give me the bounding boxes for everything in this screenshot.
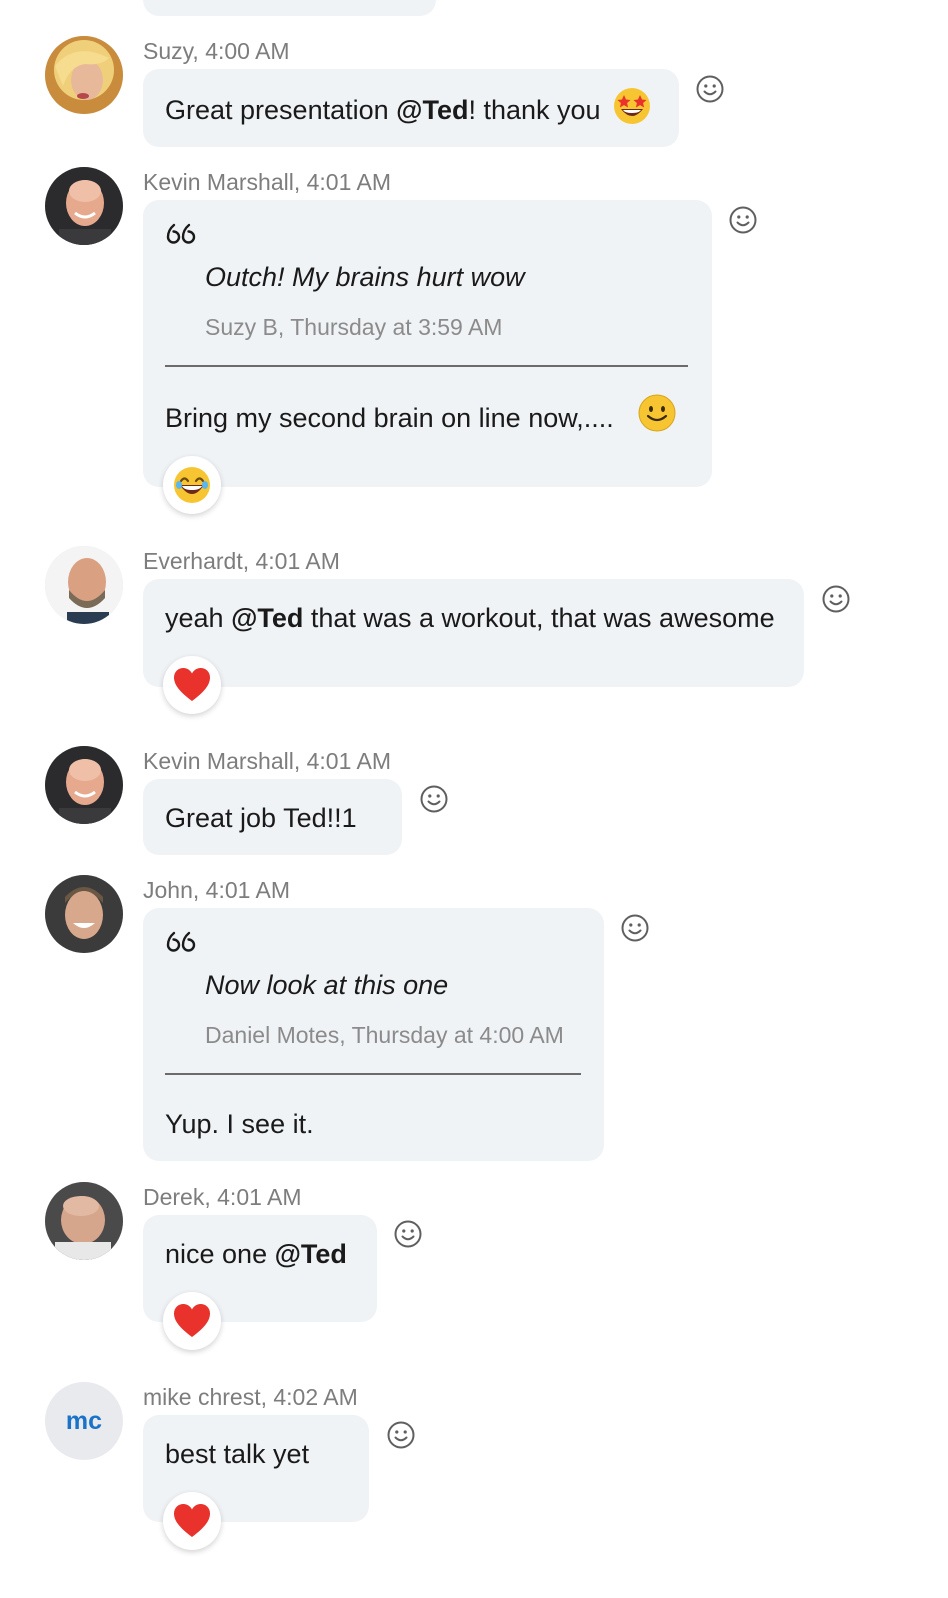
avatar-photo [45, 167, 123, 245]
message-author-time: Everhardt, 4:01 AM [143, 548, 340, 574]
star-struck-emoji [614, 88, 650, 124]
quote-divider [165, 365, 688, 367]
message-bubble: Now look at this one Daniel Motes, Thurs… [143, 908, 604, 1161]
reaction-heart[interactable] [163, 656, 221, 714]
message-text: Yup. I see it. [165, 1109, 314, 1139]
message-author-time: John, 4:01 AM [143, 877, 291, 903]
message-text: Bring my second brain on line now,.... [165, 403, 614, 433]
quoted-message-text: Outch! My brains hurt wow [205, 262, 525, 292]
smile-emoji [638, 394, 676, 432]
message-author-time: Derek, 4:01 AM [143, 1184, 302, 1210]
add-reaction-icon[interactable] [419, 784, 449, 814]
reaction-heart[interactable] [163, 1292, 221, 1350]
message-text: best talk yet [165, 1439, 310, 1469]
message-bubble: yeah @Ted that was a workout, that was a… [143, 579, 804, 687]
quote-icon [165, 221, 197, 247]
quoted-message-text: Now look at this one [205, 970, 449, 1000]
message-author-time: mike chrest, 4:02 AM [143, 1384, 358, 1410]
add-reaction-icon[interactable] [695, 74, 725, 104]
add-reaction-icon[interactable] [393, 1219, 423, 1249]
message-author-time: Kevin Marshall, 4:01 AM [143, 748, 392, 774]
quoted-message-source[interactable]: Suzy B, Thursday at 3:59 AM [205, 314, 502, 341]
message-text: ! thank you [468, 95, 601, 125]
avatar[interactable] [45, 1182, 123, 1260]
message-author-time: Suzy, 4:00 AM [143, 38, 290, 64]
message-text: yeah [165, 603, 232, 633]
avatar[interactable] [45, 546, 123, 624]
avatar-photo [45, 546, 123, 624]
heart-emoji-icon [172, 665, 212, 705]
add-reaction-icon[interactable] [620, 913, 650, 943]
avatar[interactable]: mc [45, 1382, 123, 1460]
message-author-time: Kevin Marshall, 4:01 AM [143, 169, 392, 195]
add-reaction-icon[interactable] [728, 205, 758, 235]
message-bubble: Great job Ted!!1 [143, 779, 402, 855]
message-text: that was a workout, that was awesome [303, 603, 775, 633]
mention-link[interactable]: @Ted [396, 95, 468, 125]
avatar-photo [45, 36, 123, 114]
add-reaction-icon[interactable] [821, 584, 851, 614]
avatar[interactable] [45, 36, 123, 114]
message-bubble: Great presentation @Ted! thank you [143, 69, 679, 147]
message-text: nice one [165, 1239, 275, 1269]
avatar-photo [45, 875, 123, 953]
reaction-laughing[interactable] [163, 456, 221, 514]
avatar-photo [45, 1182, 123, 1260]
avatar[interactable] [45, 746, 123, 824]
previous-message-bubble [143, 0, 436, 16]
add-reaction-icon[interactable] [386, 1420, 416, 1450]
avatar-initials: mc [65, 1407, 103, 1435]
mention-link[interactable]: @Ted [231, 603, 303, 633]
avatar[interactable] [45, 875, 123, 953]
avatar-photo [45, 746, 123, 824]
avatar[interactable] [45, 167, 123, 245]
heart-emoji-icon [172, 1501, 212, 1541]
mention-link[interactable]: @Ted [275, 1239, 347, 1269]
laughing-emoji-icon [172, 465, 212, 505]
heart-emoji-icon [172, 1301, 212, 1341]
message-text: Great job Ted!!1 [165, 803, 357, 833]
message-text: Great presentation [165, 95, 397, 125]
message-bubble: Outch! My brains hurt wow Suzy B, Thursd… [143, 200, 712, 487]
quote-divider [165, 1073, 581, 1075]
quote-icon [165, 929, 197, 955]
reaction-heart[interactable] [163, 1492, 221, 1550]
quoted-message-source[interactable]: Daniel Motes, Thursday at 4:00 AM [205, 1022, 564, 1049]
